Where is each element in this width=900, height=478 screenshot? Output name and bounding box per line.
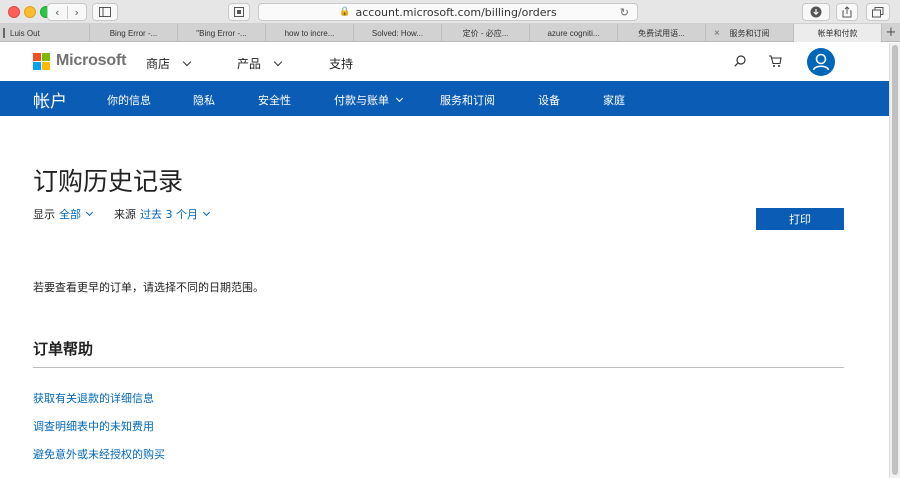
tab-4[interactable]: Solved: How...: [354, 24, 442, 42]
chevron-down-icon: [85, 208, 94, 217]
lock-icon: 🔒: [339, 7, 351, 17]
info-message: 若要查看更早的订单，请选择不同的日期范围。: [33, 281, 264, 294]
filter-source-label: 来源: [114, 208, 136, 221]
address-bar[interactable]: 🔒 account.microsoft.com/billing/orders ↻: [258, 3, 638, 21]
tab-3[interactable]: how to incre...: [266, 24, 354, 42]
sidebar-toggle-button[interactable]: [92, 3, 118, 21]
account-nav-family[interactable]: 家庭: [603, 92, 625, 108]
user-icon: [812, 53, 830, 71]
sidebar-icon: [99, 7, 111, 17]
forward-icon[interactable]: ›: [66, 5, 87, 19]
chevron-down-icon: [202, 208, 211, 217]
microsoft-logo-icon[interactable]: [33, 53, 51, 71]
tab-2[interactable]: "Bing Error -...: [178, 24, 266, 42]
minimize-window-button[interactable]: [24, 6, 36, 18]
tab-7[interactable]: 免费试用语...: [618, 24, 706, 42]
cart-icon[interactable]: [768, 54, 782, 68]
tab-8[interactable]: × 服务和订阅: [706, 24, 794, 42]
pinned-tab-icon: [3, 28, 5, 38]
account-nav-privacy[interactable]: 隐私: [193, 92, 215, 108]
help-link-unknown-charges[interactable]: 调查明细表中的未知费用: [33, 418, 154, 434]
chevron-down-icon: [182, 57, 192, 67]
reload-icon[interactable]: ↻: [620, 6, 629, 19]
section-divider: [33, 367, 844, 368]
filter-source-dropdown[interactable]: 过去 3 个月: [140, 208, 211, 221]
close-tab-icon[interactable]: ×: [714, 28, 720, 39]
tab-title: how to incre...: [284, 28, 335, 38]
tab-title: 定价 - 必应...: [462, 28, 509, 38]
chevron-down-icon: [395, 94, 404, 103]
account-title[interactable]: 帐户: [33, 87, 67, 112]
site-header: Microsoft 商店 产品 支持: [0, 43, 889, 81]
nav-products-label: 产品: [237, 57, 262, 71]
nav-store[interactable]: 商店: [146, 55, 192, 72]
reader-icon: [234, 7, 244, 17]
tab-title: azure cogniti...: [547, 28, 600, 38]
help-section-title: 订单帮助: [33, 340, 94, 358]
tab-title: Bing Error -...: [109, 28, 158, 38]
downloads-button[interactable]: [802, 3, 830, 21]
tab-strip: Luis Out Bing Error -... "Bing Error -..…: [0, 24, 900, 42]
share-icon: [842, 6, 852, 18]
page-scrollbar[interactable]: [889, 43, 900, 478]
account-nav-security[interactable]: 安全性: [258, 92, 291, 108]
browser-toolbar: ‹ › 🔒 account.microsoft.com/billing/orde…: [0, 0, 900, 24]
nav-store-label: 商店: [146, 57, 171, 71]
print-button[interactable]: 打印: [756, 208, 844, 230]
nav-products[interactable]: 产品: [237, 55, 283, 72]
back-icon[interactable]: ‹: [48, 6, 67, 19]
download-icon: [810, 6, 822, 18]
help-link-refunds[interactable]: 获取有关退款的详细信息: [33, 390, 154, 406]
brand-name[interactable]: Microsoft: [56, 52, 126, 70]
new-tab-button[interactable]: +: [882, 24, 900, 41]
chevron-down-icon: [273, 57, 283, 67]
filter-source-value: 过去 3 个月: [140, 208, 198, 221]
filter-show: 显示 全部: [33, 206, 94, 222]
url-text: account.microsoft.com/billing/orders: [355, 5, 557, 19]
account-nav-payment-billing[interactable]: 付款与账单: [334, 92, 404, 108]
nav-support[interactable]: 支持: [329, 55, 353, 72]
tab-title: 免费试用语...: [638, 28, 685, 38]
filter-show-value: 全部: [59, 208, 81, 221]
search-icon[interactable]: [734, 55, 746, 67]
filter-show-dropdown[interactable]: 全部: [59, 208, 94, 221]
tab-title: "Bing Error -...: [196, 28, 247, 38]
tab-1[interactable]: Bing Error -...: [90, 24, 178, 42]
filter-source: 来源 过去 3 个月: [114, 206, 211, 222]
tab-title: 服务和订阅: [729, 28, 770, 38]
reader-button[interactable]: [228, 3, 250, 21]
close-window-button[interactable]: [8, 6, 20, 18]
filter-show-label: 显示: [33, 208, 55, 221]
account-nav-payment-label: 付款与账单: [334, 94, 389, 107]
nav-support-label: 支持: [329, 57, 354, 71]
avatar[interactable]: [807, 48, 835, 76]
show-tabs-button[interactable]: [866, 3, 890, 21]
history-nav: ‹ ›: [47, 3, 87, 21]
account-nav: 帐户 你的信息 隐私 安全性 付款与账单 服务和订阅 设备 家庭: [0, 81, 889, 116]
tab-0[interactable]: Luis Out: [0, 24, 90, 42]
page-title: 订购历史记录: [33, 167, 184, 196]
tab-5[interactable]: 定价 - 必应...: [442, 24, 530, 42]
tabs-overview-icon: [872, 6, 884, 17]
tab-title: Luis Out: [10, 28, 40, 38]
tab-6[interactable]: azure cogniti...: [530, 24, 618, 42]
tab-title: Solved: How...: [371, 28, 424, 38]
account-nav-your-info[interactable]: 你的信息: [107, 92, 151, 108]
account-nav-services-subscriptions[interactable]: 服务和订阅: [440, 92, 495, 108]
share-button[interactable]: [836, 3, 858, 21]
tab-title: 帐单和付款: [817, 28, 858, 38]
account-nav-devices[interactable]: 设备: [538, 92, 560, 108]
tab-9[interactable]: 帐单和付款: [794, 24, 882, 42]
scrollbar-thumb[interactable]: [892, 45, 898, 475]
help-link-unauthorized-purchases[interactable]: 避免意外或未经授权的购买: [33, 446, 165, 462]
